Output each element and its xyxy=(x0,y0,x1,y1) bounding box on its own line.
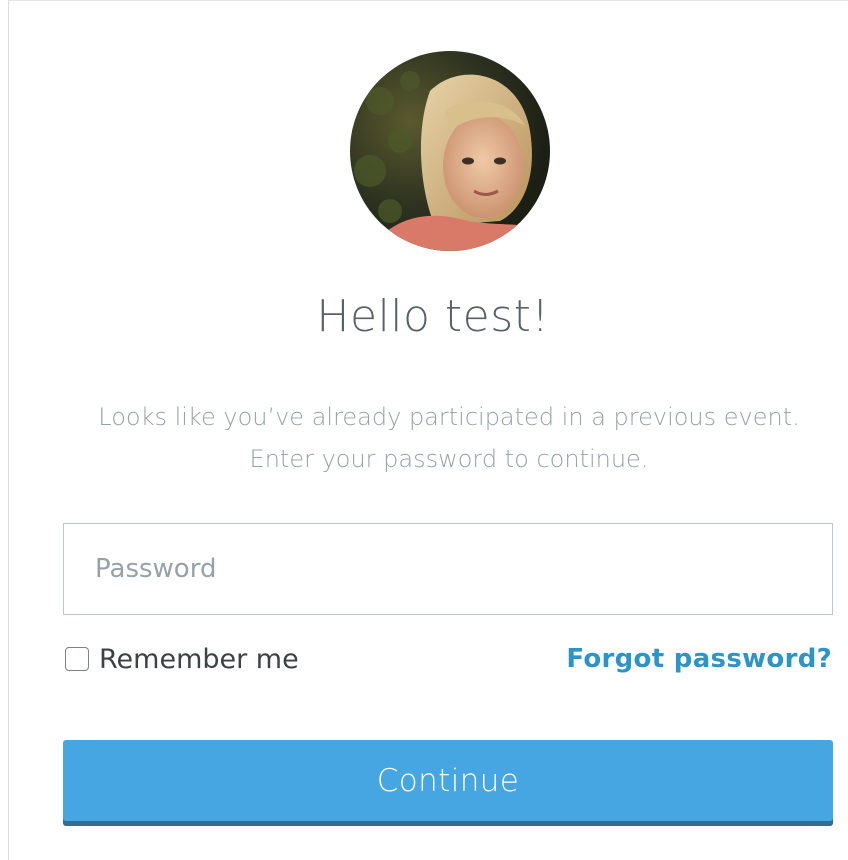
password-field[interactable] xyxy=(63,523,833,615)
login-card: Hello test! Looks like you’ve already pa… xyxy=(8,0,848,860)
continue-button[interactable]: Continue xyxy=(63,740,833,826)
greeting-heading: Hello test! xyxy=(316,291,550,342)
remember-me-checkbox[interactable] xyxy=(65,647,89,671)
user-photo xyxy=(350,51,550,251)
remember-me-label: Remember me xyxy=(99,643,299,675)
remember-me-option[interactable]: Remember me xyxy=(63,639,299,679)
info-message: Looks like you’ve already participated i… xyxy=(98,403,800,473)
avatar xyxy=(350,51,550,251)
forgot-password-link[interactable]: Forgot password? xyxy=(566,639,832,679)
